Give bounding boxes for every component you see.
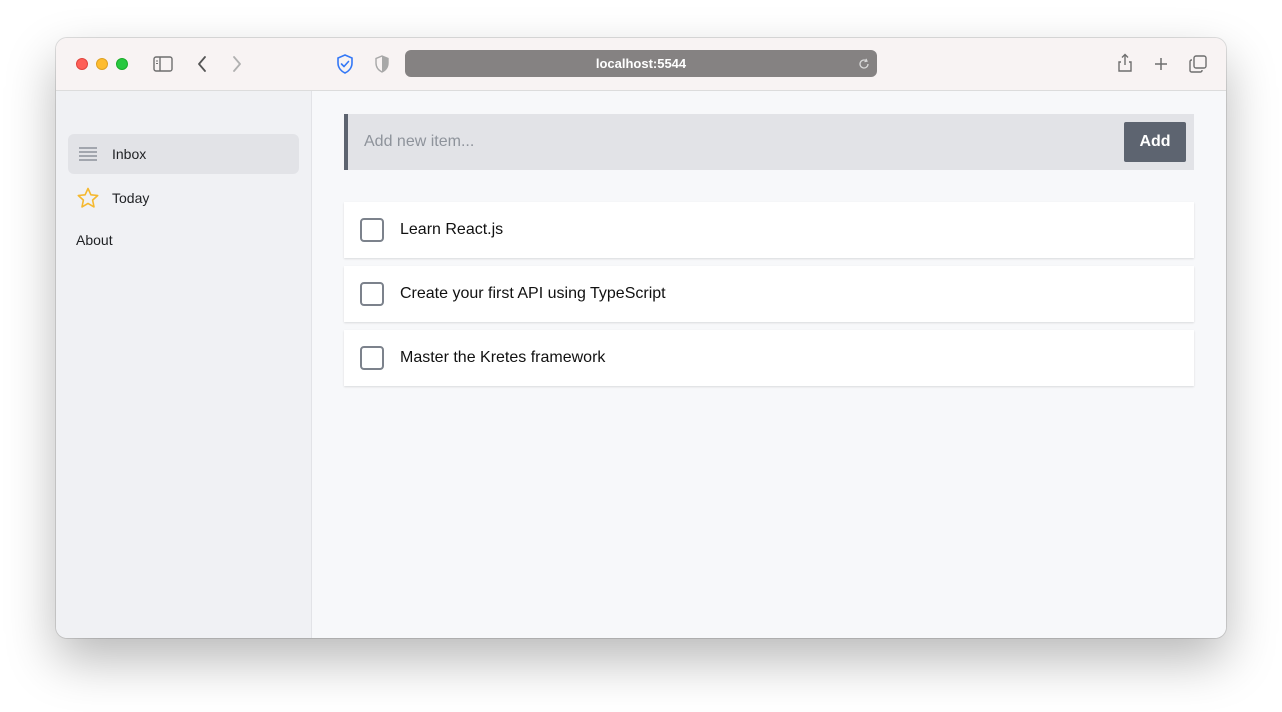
add-button[interactable]: Add xyxy=(1124,122,1186,162)
list-icon xyxy=(76,142,100,166)
title-bar: localhost:5544 xyxy=(56,38,1226,91)
sidebar-item-inbox[interactable]: Inbox xyxy=(68,134,299,174)
todo-checkbox[interactable] xyxy=(360,218,384,242)
close-window-button[interactable] xyxy=(76,58,88,70)
todo-text: Learn React.js xyxy=(400,221,504,238)
zoom-window-button[interactable] xyxy=(116,58,128,70)
new-item-input[interactable] xyxy=(348,114,1118,170)
todo-checkbox[interactable] xyxy=(360,282,384,306)
address-bar[interactable]: localhost:5544 xyxy=(405,50,877,77)
back-icon[interactable] xyxy=(194,54,210,74)
browser-window: localhost:5544 Inbox Today About Add new… xyxy=(56,38,1226,638)
sidebar-item-label: Today xyxy=(112,190,150,206)
minimize-window-button[interactable] xyxy=(96,58,108,70)
sidebar: Inbox Today About xyxy=(56,91,312,638)
add-item-form: Add xyxy=(344,114,1194,170)
sidebar-item-label: Inbox xyxy=(112,146,147,162)
star-icon xyxy=(76,186,100,210)
sidebar-toggle-icon[interactable] xyxy=(152,54,174,74)
url-text: localhost:5544 xyxy=(595,56,687,71)
todo-item: Create your first API using TypeScript xyxy=(344,266,1194,322)
todo-item: Master the Kretes framework xyxy=(344,330,1194,386)
todo-checkbox[interactable] xyxy=(360,346,384,370)
tab-overview-icon[interactable] xyxy=(1188,54,1208,74)
todo-text: Master the Kretes framework xyxy=(400,349,606,366)
reload-icon[interactable] xyxy=(858,57,870,75)
sidebar-item-about[interactable]: About xyxy=(76,232,113,248)
new-tab-icon[interactable] xyxy=(1152,54,1170,74)
todo-text: Create your first API using TypeScript xyxy=(400,285,666,302)
share-icon[interactable] xyxy=(1116,52,1134,74)
privacy-shield-icon[interactable] xyxy=(372,53,392,75)
main-content: Add Learn React.js Create your first API… xyxy=(312,91,1226,638)
forward-icon[interactable] xyxy=(229,54,245,74)
todo-item: Learn React.js xyxy=(344,202,1194,258)
shield-check-icon[interactable] xyxy=(335,53,355,75)
sidebar-item-today[interactable]: Today xyxy=(68,178,299,218)
